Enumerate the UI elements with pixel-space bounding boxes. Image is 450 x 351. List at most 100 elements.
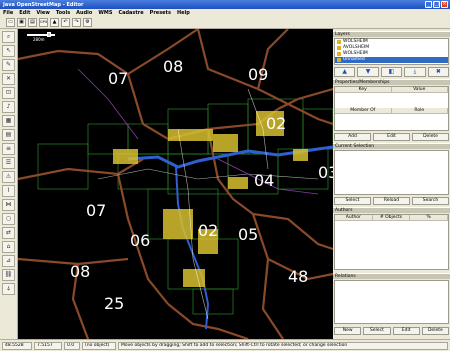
delete-button[interactable]: Delete [412,133,449,141]
toggle-selection-icon[interactable]: ☰ [2,157,15,169]
authors-table: Author # Objects% [334,214,449,270]
menu-bar: File Edit View Tools Audio WMS Cadastre … [0,9,450,17]
role-header: Role [392,108,448,113]
maximize-button[interactable]: □ [433,1,440,8]
menu-edit[interactable]: Edit [19,10,30,16]
tile-number: 07 [108,69,129,88]
menu-view[interactable]: View [36,10,50,16]
toggle-layers-icon[interactable]: ▤ [2,129,15,141]
split-way-icon[interactable]: ⌇ [2,185,15,197]
latitude-field: 48.5528 [2,341,32,350]
help-text: Move objects by dragging; Shift to add t… [118,341,448,350]
merge-icon[interactable]: ⤓ [404,67,426,77]
new-relation-button[interactable]: New [334,327,362,335]
tile-number: 05 [238,225,259,244]
open-file-button[interactable]: ▭ [6,18,15,27]
reverse-way-icon[interactable]: ⇄ [2,227,15,239]
add-button[interactable]: Add [334,133,371,141]
tag-icon[interactable]: ⌂ [2,241,15,253]
value-header: Value [392,87,448,92]
menu-help[interactable]: Help [177,10,190,16]
zoom-slider[interactable]: 280m [27,32,61,42]
conflict-icon[interactable]: ⚠ [2,171,15,183]
tile-number: 04 [254,171,275,190]
delete-icon[interactable]: ✕ [2,73,15,85]
key-header: Key [335,87,392,92]
edit-relation-button[interactable]: Edit [392,327,420,335]
properties-title: Properties/Memberships [333,79,450,85]
select-relation-button[interactable]: Select [363,327,391,335]
zoom-icon[interactable]: ⌕ [2,31,15,43]
menu-file[interactable]: File [3,10,13,16]
properties-table: Key Value Member Of Role [334,86,449,131]
tile-number: 48 [288,267,309,286]
window-title: Java OpenStreetMap - Editor [3,1,84,8]
undo-button[interactable]: ↶ [61,18,70,27]
property-buttons: Add Edit Delete [334,133,449,141]
objects-header: # Objects [373,215,411,220]
move-down-icon[interactable]: ▼ [357,67,379,77]
menu-tools[interactable]: Tools [56,10,70,16]
layers-title: Layers [333,31,450,37]
title-bar: Java OpenStreetMap - Editor _ □ × [0,0,450,9]
layer-list: WOLSHEIM AVOLSHEIM WOLSHEIM Unnamed [334,38,449,65]
scale-label: 280m [33,37,45,42]
menu-presets[interactable]: Presets [150,10,171,16]
tile-number: 06 [130,231,151,250]
combine-way-icon[interactable]: ⋈ [2,199,15,211]
redo-button[interactable]: ↷ [72,18,81,27]
authors-title: Authors [333,207,450,213]
preferences-button[interactable]: ⚙ [83,18,92,27]
tile-number: 08 [163,57,184,76]
draw-icon[interactable]: ✎ [2,59,15,71]
selection-title: Current Selection [333,143,450,149]
menu-cadastre[interactable]: Cadastre [118,10,143,16]
save-button[interactable]: ▣ [17,18,26,27]
select-button[interactable]: Select [334,197,371,205]
extrude-icon[interactable]: ⊡ [2,87,15,99]
gpx-label: GPX [40,20,48,24]
gpx-export-button[interactable]: GPX [39,18,48,27]
align-circle-icon[interactable]: ○ [2,213,15,225]
save-as-button[interactable]: ▤ [28,18,37,27]
selection-buttons: Select Reload Search [334,197,449,205]
relation-buttons: New Select Edit Delete [334,327,449,335]
relations-title: Relations [333,273,450,279]
measure-icon[interactable]: ⊿ [2,255,15,267]
layer-item-selected[interactable]: Unnamed [335,57,448,63]
search-button[interactable]: Search [412,197,449,205]
zoom-slider-knob[interactable] [47,32,51,37]
author-header: Author [335,215,373,220]
menu-audio[interactable]: Audio [76,10,92,16]
tile-number: 09 [248,65,269,84]
tile-number: 25 [104,294,125,313]
delete-layer-icon[interactable]: ✖ [427,67,450,77]
close-button[interactable]: × [441,1,448,8]
tile-number: 07 [86,201,107,220]
longitude-field: 7.5157 [34,341,62,350]
audio-icon[interactable]: ♪ [2,101,15,113]
delete-relation-button[interactable]: Delete [421,327,449,335]
select-icon[interactable]: ↖ [2,45,15,57]
status-bar: 48.5528 7.5157 0.0 (no object) Move obje… [0,339,450,351]
edit-button[interactable]: Edit [373,133,410,141]
object-field: (no object) [82,341,116,350]
move-up-icon[interactable]: ▲ [334,67,356,77]
filter-icon[interactable]: ⍋ [2,283,15,295]
menu-wms[interactable]: WMS [98,10,112,16]
toggle-properties-icon[interactable]: ≡ [2,143,15,155]
reload-button[interactable]: Reload [373,197,410,205]
tile-number: 02 [266,114,287,133]
relations-list [334,280,449,324]
zoom-field: 0.0 [64,341,80,350]
tile-number: 03 [318,163,333,182]
map-view[interactable]: 280m 07 08 09 02 03 04 07 06 02 05 08 25… [18,29,333,339]
cadastre-icon[interactable]: ▦ [2,115,15,127]
toolbar: ▭ ▣ ▤ GPX ▲ ↶ ↷ ⚙ [0,17,450,29]
visibility-icon[interactable]: ◧ [380,67,403,77]
layer-buttons: ▲ ▼ ◧ ⤓ ✖ [334,67,450,77]
upload-button[interactable]: ▲ [50,18,59,27]
relation-icon[interactable]: ⛓ [2,269,15,281]
minimize-button[interactable]: _ [425,1,432,8]
left-toolbar: ⌕ ↖ ✎ ✕ ⊡ ♪ ▦ ▤ ≡ ☰ ⚠ ⌇ ⋈ ○ ⇄ ⌂ ⊿ ⛓ ⍋ [0,29,18,339]
